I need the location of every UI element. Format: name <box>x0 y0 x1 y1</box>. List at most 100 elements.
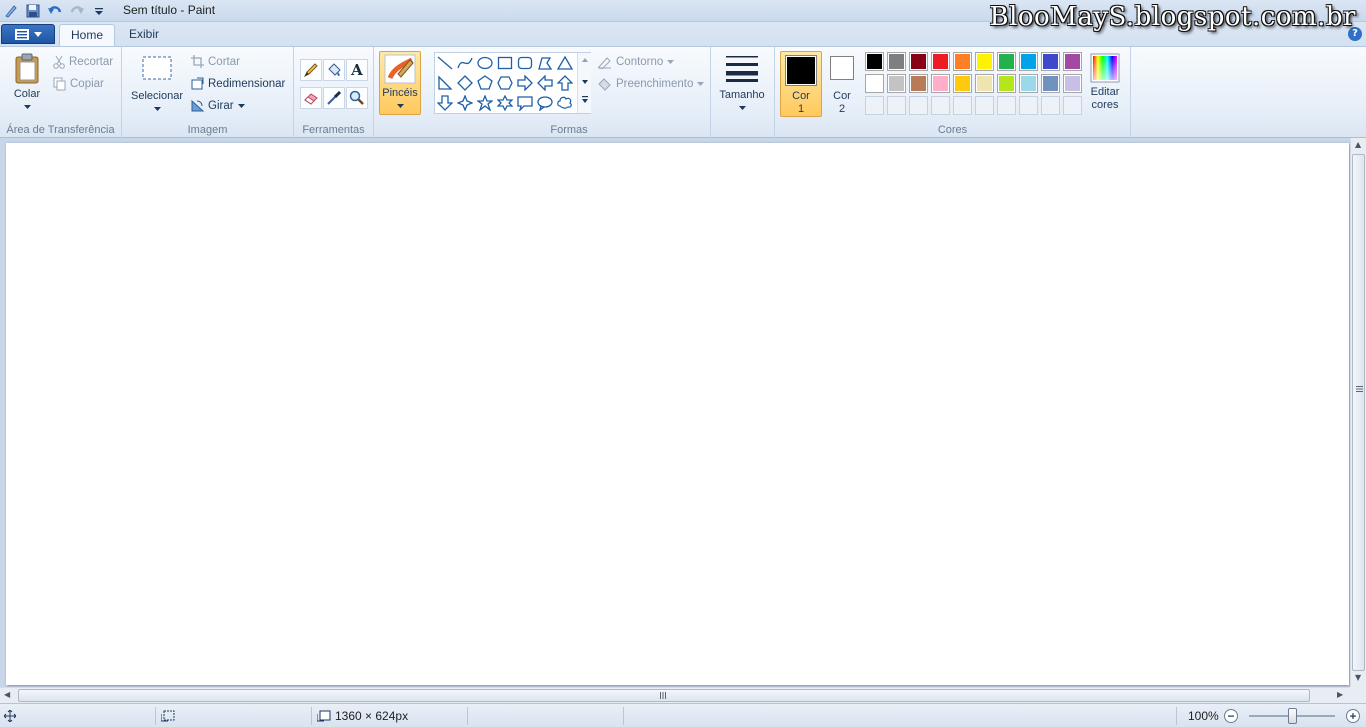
palette-swatch[interactable] <box>909 74 928 93</box>
palette-swatch-empty[interactable] <box>975 96 994 115</box>
horizontal-scroll-thumb[interactable] <box>18 689 1310 702</box>
palette-swatch[interactable] <box>865 74 884 93</box>
select-button[interactable]: Selecionar <box>128 55 186 111</box>
paint-menu-button[interactable] <box>1 24 55 44</box>
outline-button[interactable]: Contorno <box>597 55 675 69</box>
color1-label-a: Cor <box>792 90 810 102</box>
tab-home[interactable]: Home <box>59 24 116 46</box>
palette-swatch[interactable] <box>1019 74 1038 93</box>
palette-swatch[interactable] <box>931 52 950 71</box>
shapes-scroll[interactable] <box>577 53 591 113</box>
palette-swatch-empty[interactable] <box>931 96 950 115</box>
paste-button[interactable]: Colar <box>8 53 46 109</box>
palette-swatch[interactable] <box>997 74 1016 93</box>
palette-swatch[interactable] <box>1063 74 1082 93</box>
pencil-tool[interactable] <box>300 59 322 81</box>
rounded-rectangle-shape-icon[interactable] <box>516 54 534 72</box>
palette-swatch[interactable] <box>909 52 928 71</box>
triangle-shape-icon[interactable] <box>556 54 574 72</box>
scroll-left-icon[interactable]: ◀ <box>4 690 10 699</box>
diamond-shape-icon[interactable] <box>456 74 474 92</box>
palette-swatch[interactable] <box>953 52 972 71</box>
five-point-star-shape-icon[interactable] <box>476 94 494 112</box>
palette-swatch[interactable] <box>953 74 972 93</box>
palette-swatch[interactable] <box>975 52 994 71</box>
six-point-star-shape-icon[interactable] <box>496 94 514 112</box>
color-picker-tool[interactable] <box>323 87 345 109</box>
eraser-tool[interactable] <box>300 87 322 109</box>
oval-callout-shape-icon[interactable] <box>536 94 554 112</box>
zoom-slider-thumb[interactable] <box>1288 708 1297 724</box>
customize-qat-icon[interactable] <box>90 2 108 20</box>
down-arrow-shape-icon[interactable] <box>436 94 454 112</box>
color1-button[interactable]: Cor 1 <box>780 51 822 117</box>
drawing-canvas[interactable] <box>6 143 1349 685</box>
magnifier-tool[interactable] <box>346 87 368 109</box>
palette-swatch[interactable] <box>931 74 950 93</box>
curve-shape-icon[interactable] <box>456 54 474 72</box>
four-point-star-shape-icon[interactable] <box>456 94 474 112</box>
palette-swatch[interactable] <box>1041 74 1060 93</box>
edit-colors-button[interactable]: Editar cores <box>1084 53 1126 112</box>
horizontal-scrollbar[interactable]: ◀ ▶ <box>0 687 1350 703</box>
grip-icon <box>660 692 666 699</box>
palette-swatch-empty[interactable] <box>953 96 972 115</box>
copy-button[interactable]: Copiar <box>53 77 104 91</box>
palette-swatch[interactable] <box>975 74 994 93</box>
eraser-icon <box>304 93 318 105</box>
rotate-button[interactable]: Girar <box>191 99 245 112</box>
vertical-scroll-thumb[interactable] <box>1352 154 1365 671</box>
chevron-down-icon <box>667 60 675 64</box>
cut-button[interactable]: Recortar <box>53 55 113 69</box>
right-triangle-shape-icon[interactable] <box>436 74 454 92</box>
up-arrow-shape-icon[interactable] <box>556 74 574 92</box>
right-arrow-shape-icon[interactable] <box>516 74 534 92</box>
scroll-right-icon[interactable]: ▶ <box>1337 690 1343 699</box>
zoom-out-button[interactable] <box>1224 709 1238 723</box>
palette-swatch[interactable] <box>887 52 906 71</box>
palette-swatch-empty[interactable] <box>865 96 884 115</box>
palette-swatch-empty[interactable] <box>1063 96 1082 115</box>
grip-icon <box>1356 386 1363 392</box>
palette-swatch-empty[interactable] <box>1019 96 1038 115</box>
scroll-down-icon[interactable]: ▼ <box>1355 673 1361 682</box>
palette-swatch[interactable] <box>1041 52 1060 71</box>
palette-swatch[interactable] <box>865 52 884 71</box>
undo-icon[interactable] <box>46 2 64 20</box>
scroll-up-icon[interactable]: ▲ <box>1355 140 1361 149</box>
palette-swatch-empty[interactable] <box>887 96 906 115</box>
palette-swatch[interactable] <box>1019 52 1038 71</box>
fill-tool[interactable] <box>323 59 345 81</box>
rectangle-shape-icon[interactable] <box>496 54 514 72</box>
copy-icon <box>53 77 66 91</box>
watermark: BlooMayS.blogspot.com.br <box>989 2 1356 32</box>
pentagon-shape-icon[interactable] <box>476 74 494 92</box>
brushes-button[interactable]: Pincéis <box>379 51 421 115</box>
palette-swatch[interactable] <box>997 52 1016 71</box>
redo-icon[interactable] <box>68 2 86 20</box>
color2-button[interactable]: Cor 2 <box>824 51 860 117</box>
vertical-scrollbar[interactable]: ▲ ▼ <box>1350 138 1366 687</box>
line-shape-icon[interactable] <box>436 54 454 72</box>
crop-button[interactable]: Cortar <box>191 55 240 68</box>
zoom-in-button[interactable] <box>1346 709 1360 723</box>
resize-button[interactable]: Redimensionar <box>191 77 285 90</box>
status-divider <box>467 707 468 725</box>
palette-swatch-empty[interactable] <box>909 96 928 115</box>
text-tool[interactable]: A <box>346 59 368 81</box>
oval-shape-icon[interactable] <box>476 54 494 72</box>
tab-exibir[interactable]: Exibir <box>118 24 170 46</box>
hexagon-shape-icon[interactable] <box>496 74 514 92</box>
cloud-callout-shape-icon[interactable] <box>556 94 574 112</box>
save-icon[interactable] <box>24 2 42 20</box>
rectangular-callout-shape-icon[interactable] <box>516 94 534 112</box>
palette-swatch[interactable] <box>887 74 906 93</box>
palette-swatch-empty[interactable] <box>1041 96 1060 115</box>
left-arrow-shape-icon[interactable] <box>536 74 554 92</box>
crop-icon <box>191 55 204 68</box>
palette-swatch[interactable] <box>1063 52 1082 71</box>
size-button[interactable]: Tamanho <box>717 53 767 110</box>
palette-swatch-empty[interactable] <box>997 96 1016 115</box>
polygon-shape-icon[interactable] <box>536 54 554 72</box>
fill-button[interactable]: Preenchimento <box>597 77 705 91</box>
